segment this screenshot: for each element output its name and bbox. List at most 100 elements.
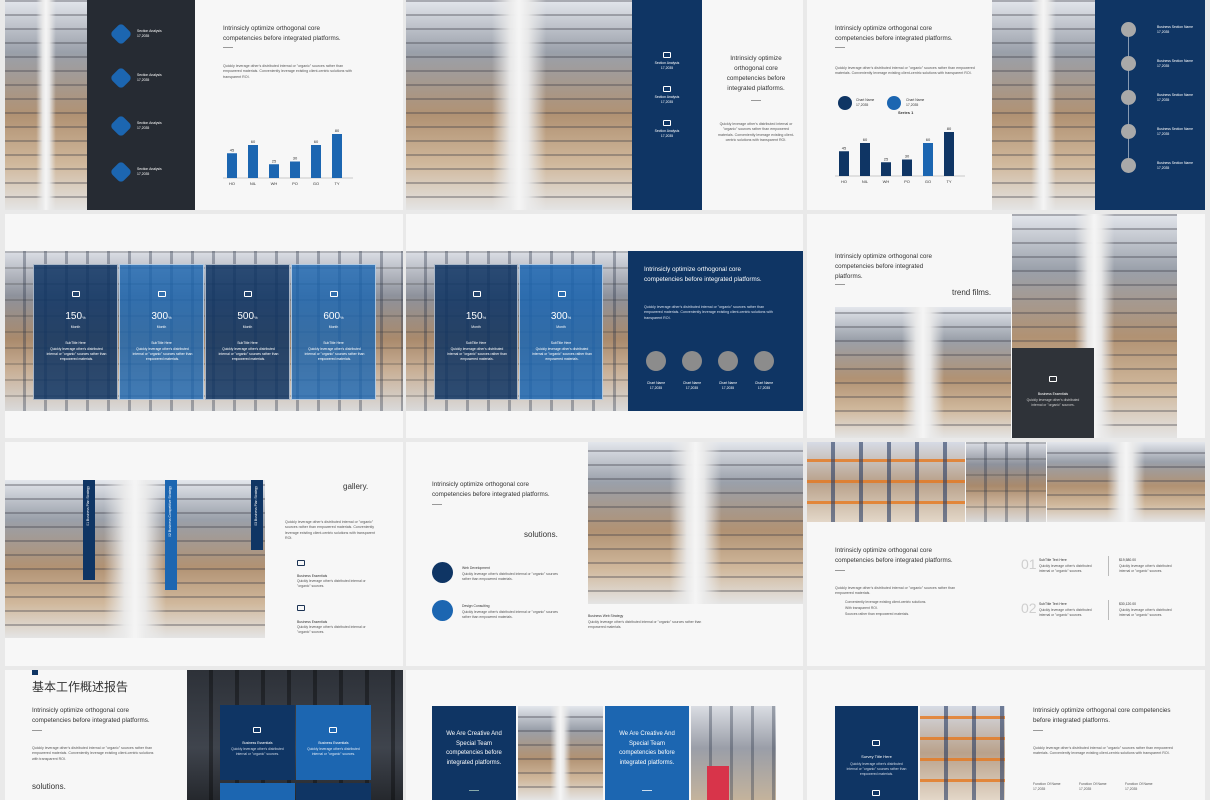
tick-label: TY [334, 181, 339, 186]
card-body: Quickly leverage other's distributed int… [447, 347, 507, 361]
slide-body: Quickly leverage other's distributed int… [835, 586, 956, 596]
data-label: 45 [842, 145, 847, 150]
stat-number: 300 [550, 311, 568, 322]
slide-3-thumbnail[interactable]: Intrinsicly optimize orthogonal core com… [807, 0, 1205, 210]
accent-square [32, 670, 38, 675]
layers-icon [244, 291, 252, 297]
card-body: Quickly leverage other's distributed int… [307, 747, 360, 756]
avatar-date: 17,2035 [721, 385, 735, 390]
function-date: 17,2035 [1033, 786, 1046, 791]
section-date: 17,2035 [137, 125, 150, 130]
slide-10-thumbnail[interactable]: 基本工作概述报告 Intrinsicly optimize orthogonal… [5, 670, 403, 800]
data-label: 60 [926, 137, 931, 142]
camera-icon [109, 22, 133, 46]
step-number: 02 [1021, 600, 1037, 616]
card-body: Quickly leverage other's distributed int… [46, 347, 107, 361]
card-body: Quickly leverage other's distributed int… [218, 347, 279, 361]
tick-label: NIL [250, 181, 257, 186]
item-title: Web Development [462, 566, 490, 570]
card-title: SubTitle Here [237, 341, 258, 345]
tick-label: HO [229, 181, 235, 186]
card-body: Quickly leverage other's distributed int… [846, 762, 907, 776]
slide-12-thumbnail[interactable]: Survey Title Here Quickly leverage other… [807, 670, 1205, 800]
timeline-node [1121, 22, 1136, 37]
avatar [754, 351, 774, 371]
camera-icon [473, 291, 481, 297]
step-value-body: Quickly leverage other's distributed int… [1119, 608, 1172, 617]
data-label: 45 [230, 147, 235, 152]
card-title: SubTitle Here [151, 341, 172, 345]
team-card: We Are Creative And Special Team compete… [605, 706, 689, 800]
vertical-banner: 01 Business Plan Strategy [83, 480, 95, 580]
megaphone-icon [1049, 376, 1057, 382]
timeline-panel: Business Section Name 17,2035 Business Se… [1095, 0, 1205, 210]
bar-chart: 45 HO 60 NIL 25 WH 30 PO 60 GO 80 TY [835, 126, 965, 184]
stat-card: 600% Month SubTitle Here Quickly leverag… [291, 264, 376, 400]
section-date: 17,2035 [137, 171, 150, 176]
stat-unit: % [340, 315, 344, 320]
bar [290, 161, 300, 178]
timeline-date: 17,2035 [1157, 97, 1170, 102]
box-body: Quickly leverage other's distributed int… [1026, 398, 1080, 407]
keyword: trend films. [952, 288, 992, 297]
service-dot [432, 562, 453, 583]
stat-unit: % [82, 315, 86, 320]
banner-text: 02 Business Competitive Strategy [168, 486, 172, 537]
layers-icon [329, 727, 337, 733]
tick-label: WH [883, 179, 890, 184]
camera-icon [72, 291, 80, 297]
bar [332, 134, 342, 178]
stat-unit: % [254, 315, 258, 320]
bar [902, 159, 912, 176]
avatar [718, 351, 738, 371]
slide-4-thumbnail[interactable]: 150% Month SubTitle Here Quickly leverag… [5, 214, 403, 438]
timeline-node [1121, 56, 1136, 71]
warehouse-photo [5, 480, 265, 638]
data-label: 25 [272, 158, 277, 163]
caption-body: Quickly leverage other's distributed int… [588, 620, 702, 629]
slide-7-thumbnail[interactable]: 01 Business Plan Strategy 02 Business Co… [5, 442, 403, 666]
slide-headline: Intrinsicly optimize orthogonal core com… [835, 547, 953, 565]
timeline-date: 17,2035 [1157, 165, 1170, 170]
divider-line [1108, 600, 1109, 620]
slide-11-thumbnail[interactable]: We Are Creative And Special Team compete… [406, 670, 803, 800]
card-body: Quickly leverage other's distributed int… [532, 347, 592, 361]
step-value: $19,580.00 [1119, 558, 1136, 562]
data-label: 60 [251, 139, 256, 144]
series-label: Series 1 [898, 110, 914, 115]
tick-label: PO [292, 181, 298, 186]
card-title: We Are Creative And Special Team compete… [619, 731, 675, 766]
essentials-card: Business Essentials Quickly leverage oth… [220, 705, 295, 780]
divider-line [1108, 556, 1109, 576]
stat-card: 500% Month SubTitle Here Quickly leverag… [205, 264, 290, 400]
bullet-item: Sources rather than empowered materials. [845, 612, 910, 616]
item-body: Quickly leverage other's distributed int… [462, 572, 558, 581]
stat-sub: Month [471, 325, 481, 329]
timeline-date: 17,2035 [1157, 63, 1170, 68]
slide-6-thumbnail[interactable]: Intrinsicly optimize orthogonal core com… [807, 214, 1205, 438]
divider [835, 284, 845, 285]
warehouse-photo [992, 0, 1095, 210]
step-body: Quickly leverage other's distributed int… [1039, 564, 1092, 573]
slide-headline: Intrinsicly optimize orthogonal core com… [1033, 707, 1171, 725]
shield-icon [109, 160, 133, 184]
essentials-card [296, 783, 371, 800]
divider [223, 47, 233, 48]
slide-2-thumbnail[interactable]: Section Analysis 17,2035 Section Analysi… [406, 0, 803, 210]
slide-8-thumbnail[interactable]: Intrinsicly optimize orthogonal core com… [406, 442, 803, 666]
warehouse-photo [588, 442, 803, 604]
bullet-item: Conveniently leverage existing client-ce… [845, 600, 927, 604]
slide-headline: Intrinsicly optimize orthogonal core com… [32, 707, 150, 725]
slide-9-thumbnail[interactable]: Intrinsicly optimize orthogonal core com… [807, 442, 1205, 666]
data-label: 60 [314, 139, 319, 144]
slide-1-thumbnail[interactable]: Section Analysis 17,2035 Section Analysis… [5, 0, 403, 210]
slide-5-thumbnail[interactable]: 150% Month SubTitle Here Quickly leverag… [406, 214, 803, 438]
keyword: solutions. [524, 530, 558, 539]
warehouse-photo [5, 0, 87, 210]
stat-number: 600 [323, 311, 341, 322]
essentials-box: Business Essentials Quickly leverage oth… [1012, 348, 1094, 438]
divider [642, 790, 652, 791]
card-title: SubTitle Here [550, 341, 572, 345]
stat-card: 150% Month SubTitle Here Quickly leverag… [33, 264, 118, 400]
card-title: SubTitle Here [65, 341, 86, 345]
